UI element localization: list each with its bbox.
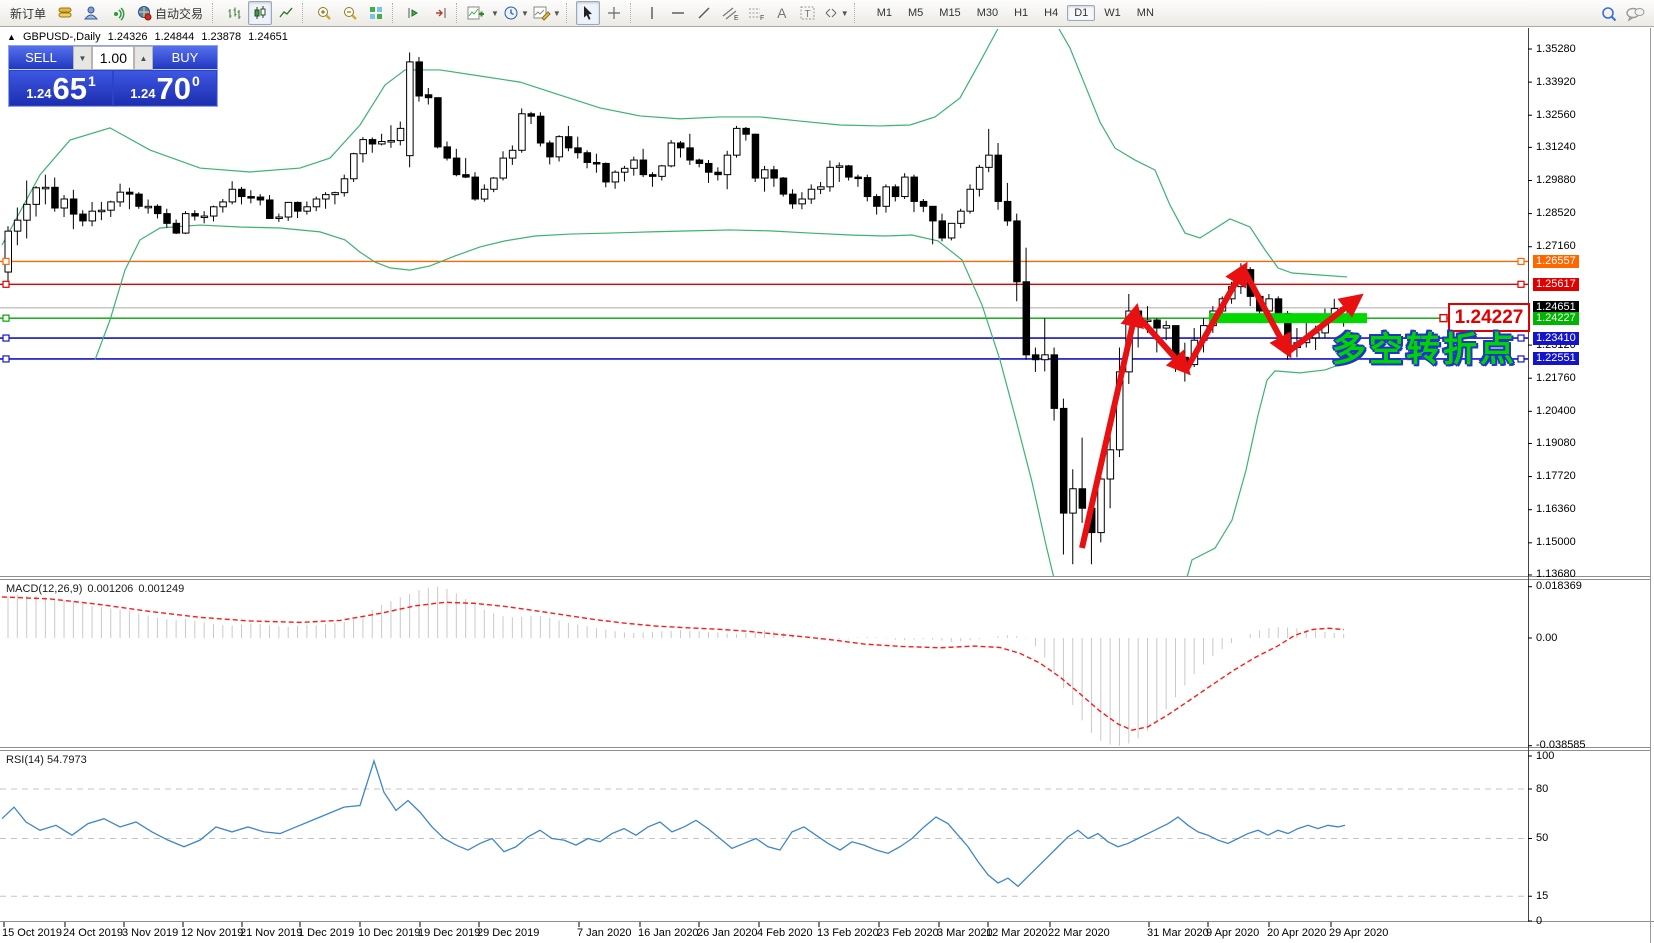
rsi-scale-label: 15 [1533,890,1551,903]
rsi-scale-label: 80 [1533,783,1551,796]
price-tick: 1.17720 [1533,470,1579,483]
date-label: 31 Mar 2020 [1147,927,1209,939]
date-label: 1 Dec 2019 [298,927,354,939]
rsi-scale-label: 0 [1533,915,1545,928]
price-tick: 1.27160 [1533,240,1579,253]
date-label: 23 Feb 2020 [877,927,939,939]
date-label: 12 Nov 2019 [181,927,243,939]
date-label: 26 Jan 2020 [697,927,758,939]
date-label: 3 Mar 2020 [937,927,993,939]
macd-label: MACD(12,26,9)0.0012060.001249 [6,583,189,595]
date-label: 21 Nov 2019 [240,927,302,939]
date-label: 19 Dec 2019 [418,927,480,939]
date-label: 16 Jan 2020 [638,927,699,939]
date-label: 20 Apr 2020 [1267,927,1326,939]
date-label: 10 Dec 2019 [358,927,420,939]
date-label: 12 Mar 2020 [986,927,1048,939]
annotation-text[interactable]: 多空转折点 [1332,322,1517,371]
price-tick: 1.28520 [1533,207,1579,220]
date-label: 24 Oct 2019 [63,927,123,939]
date-label: 15 Oct 2019 [2,927,62,939]
price-tick: 1.35280 [1533,43,1579,56]
date-label: 29 Dec 2019 [477,927,539,939]
price-tick: 1.16360 [1533,503,1579,516]
date-label: 13 Feb 2020 [817,927,879,939]
date-label: 7 Jan 2020 [577,927,631,939]
price-tick: 1.21760 [1533,372,1579,385]
price-tick: 1.19080 [1533,437,1579,450]
price-tick: 1.15000 [1533,536,1579,549]
mt4-window: 新订单 自动交易 ▼ ▼ ▼ E F A T ▼ M [0,0,1654,943]
price-level-label: 1.24227 [1533,312,1579,325]
price-tick: 1.33920 [1533,76,1579,89]
price-level-label: 1.26557 [1533,255,1579,268]
chart-canvas[interactable] [0,0,1654,943]
price-level-label: 1.25617 [1533,278,1579,291]
price-tick: 1.20400 [1533,405,1579,418]
date-label: 3 Nov 2019 [122,927,178,939]
price-level-label: 1.22551 [1533,352,1579,365]
rsi-label: RSI(14) 54.7973 [6,754,92,766]
macd-value-1: 0.001206 [87,583,133,595]
price-tick: 1.32560 [1533,109,1579,122]
macd-scale-label: 0.018369 [1533,580,1585,593]
date-label: 4 Feb 2020 [757,927,813,939]
rsi-scale-label: 50 [1533,832,1551,845]
macd-value-2: 0.001249 [138,583,184,595]
rsi-scale-label: 100 [1533,750,1557,763]
date-label: 29 Apr 2020 [1329,927,1388,939]
macd-scale-label: 0.00 [1533,632,1560,645]
price-tick: 1.29880 [1533,174,1579,187]
date-label: 9 Apr 2020 [1206,927,1259,939]
price-level-label: 1.23410 [1533,332,1579,345]
price-tick: 1.31240 [1533,141,1579,154]
date-label: 22 Mar 2020 [1048,927,1110,939]
